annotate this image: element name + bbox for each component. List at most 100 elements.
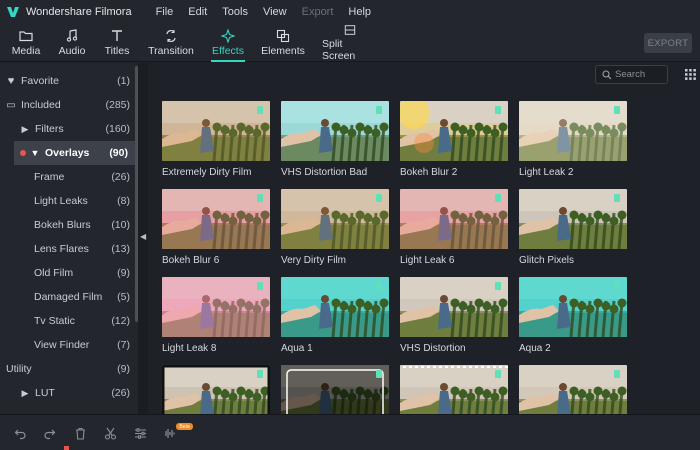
download-icon[interactable] <box>376 282 382 290</box>
menu-file[interactable]: File <box>156 6 174 18</box>
effect-vhs-distortion[interactable]: VHS Distortion <box>400 277 508 354</box>
sidebar-item-utility[interactable]: Utility (9) <box>0 357 138 381</box>
effect-very-dirty-film[interactable]: Very Dirty Film <box>281 189 389 266</box>
sidebar-item-light-leaks[interactable]: Light Leaks (8) <box>0 189 138 213</box>
effect-thumbnail[interactable] <box>281 189 389 249</box>
download-icon[interactable] <box>614 370 620 378</box>
effect-vhs-distortion-bad[interactable]: VHS Distortion Bad <box>281 101 389 178</box>
export-button[interactable]: EXPORT <box>644 33 692 53</box>
sidebar-item-label: Damaged Film <box>34 291 103 303</box>
delete-icon[interactable] <box>74 427 87 440</box>
menu-tools[interactable]: Tools <box>222 6 248 18</box>
sidebar-item-tv-static[interactable]: Tv Static (12) <box>0 309 138 333</box>
download-icon[interactable] <box>257 106 263 114</box>
audio-waveform-icon[interactable] <box>163 427 176 440</box>
effect-light-leak-8[interactable]: Light Leak 8 <box>162 277 270 354</box>
effect-item-12[interactable] <box>162 365 270 414</box>
effect-item-13[interactable] <box>281 365 389 414</box>
effect-thumbnail[interactable] <box>519 189 627 249</box>
download-icon[interactable] <box>376 370 382 378</box>
effect-extremely-dirty-film[interactable]: Extremely Dirty Film <box>162 101 270 178</box>
download-icon[interactable] <box>257 370 263 378</box>
sidebar-item-included[interactable]: ▭ Included (285) <box>0 93 138 117</box>
sidebar-item-lens-flares[interactable]: Lens Flares (13) <box>0 237 138 261</box>
effect-bokeh-blur-2[interactable]: Bokeh Blur 2 <box>400 101 508 178</box>
effect-thumbnail[interactable] <box>162 101 270 161</box>
effect-thumbnail[interactable] <box>162 365 270 414</box>
effect-item-14[interactable] <box>400 365 508 414</box>
download-icon[interactable] <box>376 194 382 202</box>
tab-transition[interactable]: Transition <box>146 24 196 62</box>
sidebar-item-label: Frame <box>34 171 65 183</box>
effect-label: Aqua 1 <box>281 343 313 354</box>
download-icon[interactable] <box>376 106 382 114</box>
download-icon[interactable] <box>257 194 263 202</box>
triangle-right-icon: ▶ <box>21 387 29 398</box>
effect-thumbnail[interactable] <box>400 189 508 249</box>
tab-elements[interactable]: Elements <box>260 24 306 62</box>
tab-audio[interactable]: Audio <box>54 24 90 62</box>
cut-icon[interactable] <box>104 427 117 440</box>
menu-edit[interactable]: Edit <box>188 6 207 18</box>
grid-view-icon[interactable] <box>685 69 696 80</box>
effect-thumbnail[interactable] <box>519 101 627 161</box>
sidebar-item-count: (10) <box>111 219 130 231</box>
sidebar-item-frame[interactable]: Frame (26) <box>0 165 138 189</box>
effect-light-leak-2[interactable]: Light Leak 2 <box>519 101 627 178</box>
effect-thumbnail[interactable] <box>400 101 508 161</box>
collapse-sidebar-icon[interactable]: ◀ <box>140 232 146 241</box>
effect-thumbnail[interactable] <box>400 277 508 337</box>
sidebar-scrollbar[interactable] <box>135 66 138 322</box>
menu-view[interactable]: View <box>263 6 287 18</box>
effect-label: VHS Distortion Bad <box>281 167 368 178</box>
sidebar-item-favorite[interactable]: ♥ Favorite (1) <box>0 69 138 93</box>
effect-thumbnail[interactable] <box>519 277 627 337</box>
effect-label: VHS Distortion <box>400 343 466 354</box>
effects-grid-panel: Extremely Dirty Film VHS Distortion Bad Bo… <box>150 63 700 414</box>
triangle-right-icon: ▶ <box>21 123 29 134</box>
sidebar-item-damaged-film[interactable]: Damaged Film (5) <box>0 285 138 309</box>
download-icon[interactable] <box>495 282 501 290</box>
download-icon[interactable] <box>614 282 620 290</box>
tab-titles[interactable]: Titles <box>100 24 134 62</box>
app-title: Wondershare Filmora <box>26 6 132 18</box>
sidebar-item-label: Favorite <box>21 75 59 87</box>
sidebar-item-overlays[interactable]: ▼ Overlays (90) <box>14 141 136 165</box>
download-icon[interactable] <box>495 194 501 202</box>
effect-light-leak-6[interactable]: Light Leak 6 <box>400 189 508 266</box>
tab-media[interactable]: Media <box>6 24 46 62</box>
download-icon[interactable] <box>257 282 263 290</box>
redo-icon[interactable] <box>43 427 56 440</box>
search-input[interactable] <box>615 69 667 80</box>
sidebar-item-old-film[interactable]: Old Film (9) <box>0 261 138 285</box>
effect-thumbnail[interactable] <box>162 189 270 249</box>
sidebar-item-bokeh-blurs[interactable]: Bokeh Blurs (10) <box>0 213 138 237</box>
playhead-marker[interactable] <box>64 446 69 450</box>
download-icon[interactable] <box>614 106 620 114</box>
effect-thumbnail[interactable] <box>281 277 389 337</box>
effect-bokeh-blur-6[interactable]: Bokeh Blur 6 <box>162 189 270 266</box>
effect-aqua-1[interactable]: Aqua 1 <box>281 277 389 354</box>
download-icon[interactable] <box>495 370 501 378</box>
effect-thumbnail[interactable] <box>519 365 627 414</box>
download-icon[interactable] <box>614 194 620 202</box>
sidebar-item-filters[interactable]: ▶ Filters (160) <box>0 117 138 141</box>
effect-thumbnail[interactable] <box>281 365 389 414</box>
sidebar-item-count: (9) <box>117 267 130 279</box>
folder-icon: ▭ <box>6 99 16 111</box>
effect-thumbnail[interactable] <box>162 277 270 337</box>
download-icon[interactable] <box>495 106 501 114</box>
menu-help[interactable]: Help <box>348 6 371 18</box>
effect-item-15[interactable] <box>519 365 627 414</box>
effect-thumbnail[interactable] <box>281 101 389 161</box>
effect-glitch-pixels[interactable]: Glitch Pixels <box>519 189 627 266</box>
sidebar-item-label: Utility <box>6 363 32 375</box>
tab-split-screen[interactable]: Split Screen <box>322 24 378 62</box>
tab-effects[interactable]: Effects <box>208 24 248 62</box>
undo-icon[interactable] <box>14 427 27 440</box>
effect-thumbnail[interactable] <box>400 365 508 414</box>
sidebar-item-view-finder[interactable]: View Finder (7) <box>0 333 138 357</box>
effect-aqua-2[interactable]: Aqua 2 <box>519 277 627 354</box>
adjust-icon[interactable] <box>134 427 147 440</box>
sidebar-item-lut[interactable]: ▶ LUT (26) <box>0 381 138 405</box>
